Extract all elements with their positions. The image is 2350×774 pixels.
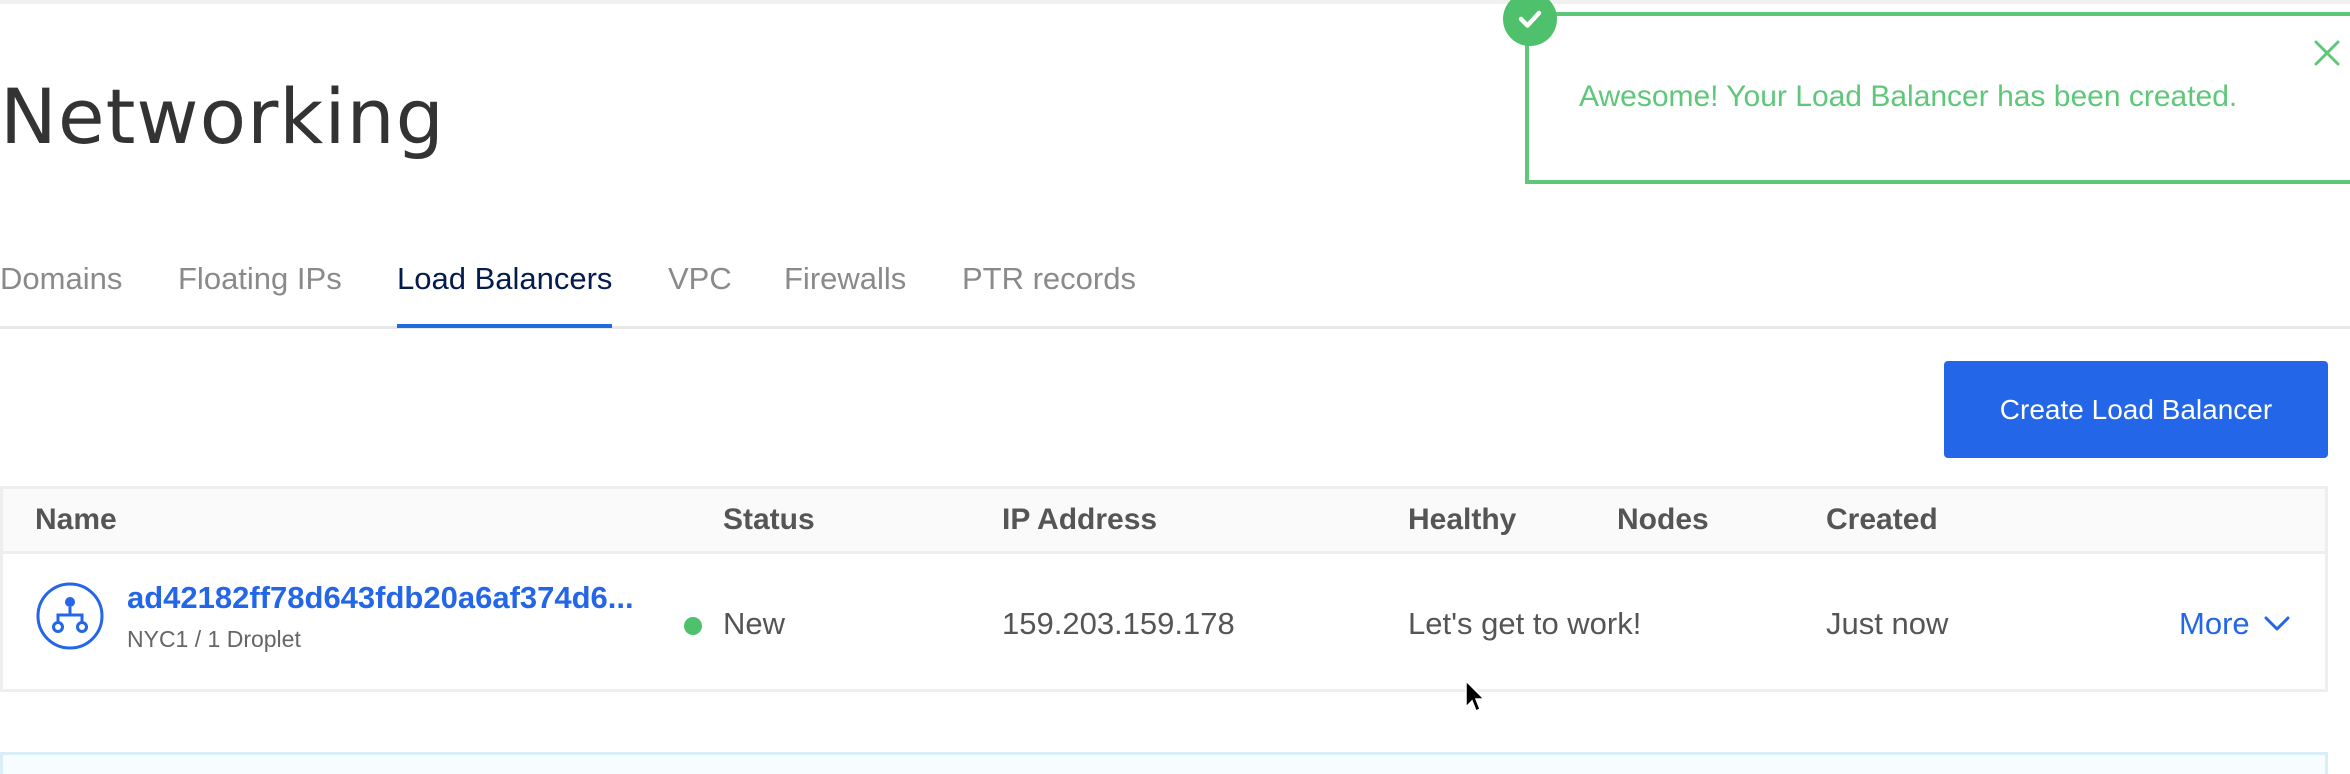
tab-domains[interactable]: Domains xyxy=(0,261,122,317)
tab-load-balancers[interactable]: Load Balancers xyxy=(397,261,613,328)
mouse-cursor-icon xyxy=(1465,679,1487,714)
status-dot-icon xyxy=(684,617,702,635)
table-row: ad42182ff78d643fdb20a6af374d6... NYC1 / … xyxy=(3,554,2325,692)
more-label: More xyxy=(2179,606,2250,641)
table-header: Name Status IP Address Healthy Nodes Cre… xyxy=(3,489,2325,554)
page-title: Networking xyxy=(0,72,445,161)
info-panel xyxy=(0,752,2328,774)
tab-ptr-records[interactable]: PTR records xyxy=(962,261,1136,317)
networking-page: Networking Awesome! Your Load Balancer h… xyxy=(0,0,2350,774)
column-header-created: Created xyxy=(1826,503,1938,536)
healthy-value: Let's get to work! xyxy=(1408,606,1642,641)
column-header-healthy: Healthy xyxy=(1408,503,1517,536)
toast-message: Awesome! Your Load Balancer has been cre… xyxy=(1579,80,2238,113)
load-balancer-icon xyxy=(36,582,104,650)
chevron-down-icon xyxy=(2264,616,2290,631)
column-header-status: Status xyxy=(723,503,815,536)
ip-address-value: 159.203.159.178 xyxy=(1002,606,1235,641)
load-balancers-table: Name Status IP Address Healthy Nodes Cre… xyxy=(0,486,2328,692)
column-header-ip-address: IP Address xyxy=(1002,503,1158,536)
status-value: New xyxy=(723,606,786,641)
load-balancer-region: NYC1 / 1 Droplet xyxy=(127,626,301,652)
column-header-name: Name xyxy=(35,503,117,536)
top-divider xyxy=(0,0,2350,4)
close-icon[interactable] xyxy=(2312,38,2342,68)
tab-floating-ips[interactable]: Floating IPs xyxy=(178,261,342,317)
tab-firewalls[interactable]: Firewalls xyxy=(784,261,906,317)
load-balancer-name-link[interactable]: ad42182ff78d643fdb20a6af374d6... xyxy=(127,580,634,616)
created-value: Just now xyxy=(1826,606,1949,641)
column-header-nodes: Nodes xyxy=(1617,503,1709,536)
networking-tabs: Domains Floating IPs Load Balancers VPC … xyxy=(0,255,2350,329)
create-load-balancer-button[interactable]: Create Load Balancer xyxy=(1944,361,2328,458)
tab-vpc[interactable]: VPC xyxy=(668,261,732,317)
more-menu-button[interactable]: More xyxy=(2179,606,2290,642)
